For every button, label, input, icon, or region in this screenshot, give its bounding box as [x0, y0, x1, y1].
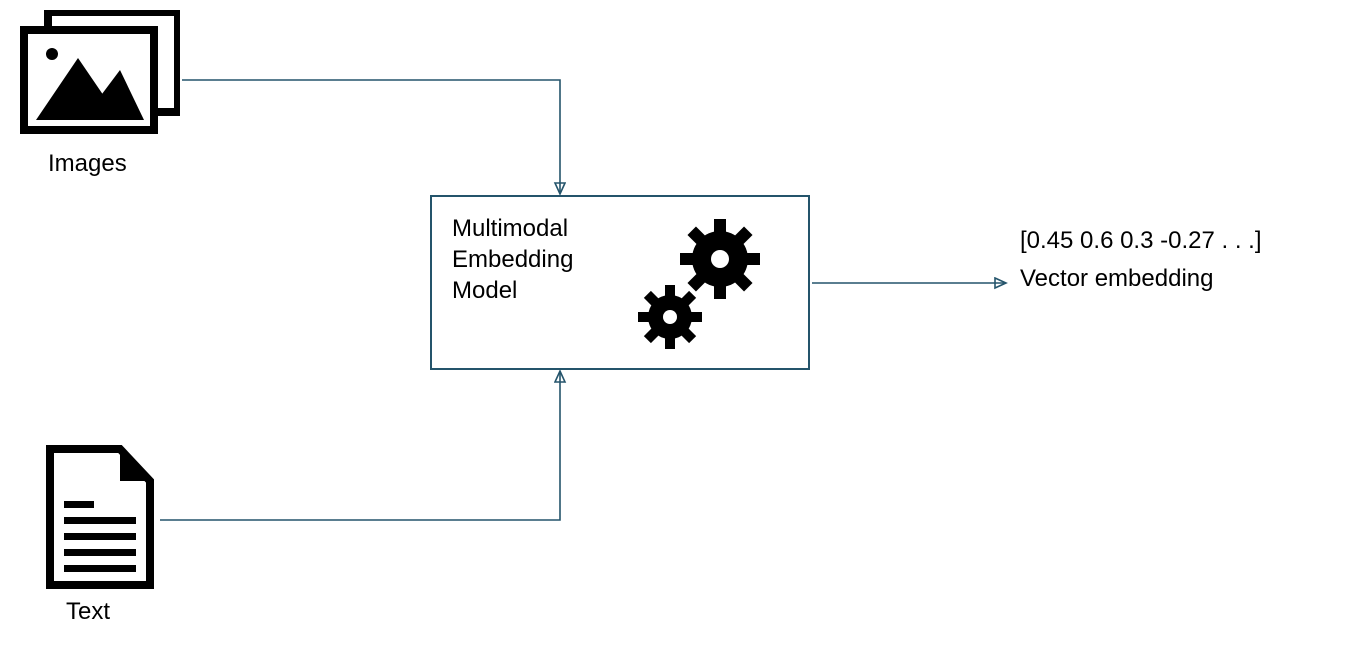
- diagram-canvas: Images Text Multimodal Embedding Model: [0, 0, 1346, 660]
- connector-model-to-output: [0, 0, 1346, 660]
